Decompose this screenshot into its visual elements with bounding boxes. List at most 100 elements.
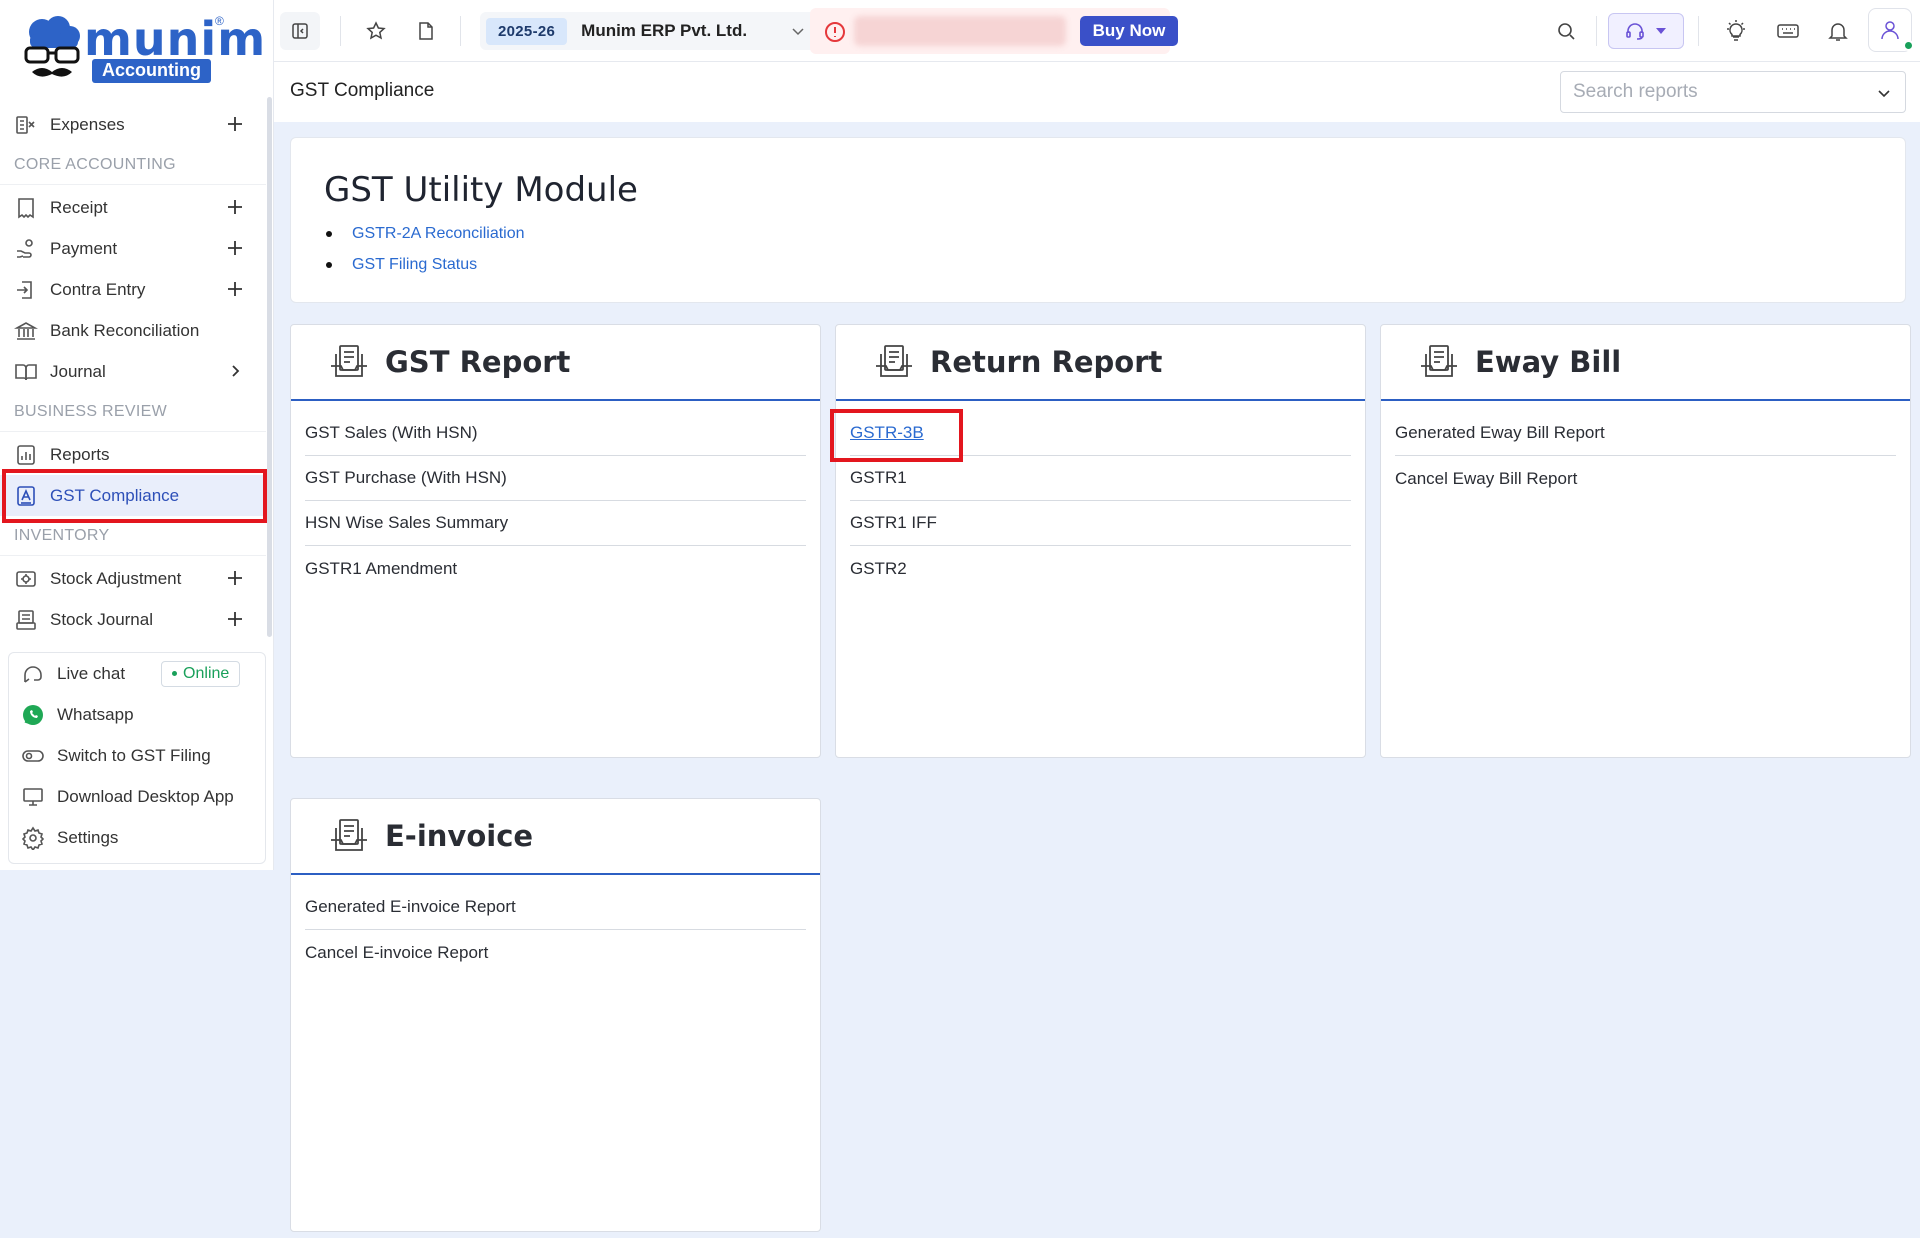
documents-button[interactable] [406,12,446,50]
help-item-label: Download Desktop App [57,786,234,806]
search-button[interactable] [1546,12,1586,50]
desktop-icon [23,787,43,806]
payment-icon [17,238,33,258]
subscription-alert: Buy Now [810,8,1178,54]
help-item-switch-gst-filing[interactable]: Switch to GST Filing [9,735,265,776]
settings-icon [21,826,45,850]
lightbulb-icon [1727,20,1745,41]
report-link[interactable]: GST Purchase (With HSN) [305,456,806,501]
toggle-icon [22,749,44,762]
company-selector[interactable]: 2025-26 Munim ERP Pvt. Ltd. [480,12,820,50]
help-item-download-desktop[interactable]: Download Desktop App [9,776,265,817]
report-link[interactable]: GST Sales (With HSN) [305,411,806,456]
report-tray-icon [331,345,367,377]
online-status-dot [1903,40,1914,51]
search-reports-select[interactable]: Search reports [1560,71,1906,113]
receipt-icon [18,197,34,218]
sidebar-item-contra-entry[interactable]: Contra Entry [0,269,266,310]
divider [460,16,461,46]
top-bar: 2025-26 Munim ERP Pvt. Ltd. Buy Now [274,0,1920,62]
report-link[interactable]: HSN Wise Sales Summary [305,501,806,546]
help-item-live-chat[interactable]: Live chat Online [9,653,265,694]
expenses-icon [16,115,35,134]
page-header: GST Compliance Search reports [274,62,1920,122]
card-e-invoice: E-invoice Generated E-invoice Report Can… [290,798,821,1232]
chevron-down-icon [1878,90,1890,98]
help-item-label: Switch to GST Filing [57,745,211,765]
sidebar-item-label: Stock Adjustment [50,568,182,588]
brand-registered: ® [215,14,224,28]
report-link[interactable]: GSTR1 IFF [850,501,1351,546]
reports-icon [17,444,35,465]
card-gst-report: GST Report GST Sales (With HSN) GST Purc… [290,324,821,758]
brand-name: munim [84,12,267,66]
whatsapp-icon [23,704,43,725]
help-item-whatsapp[interactable]: Whatsapp [9,694,265,735]
support-dropdown[interactable] [1608,13,1684,49]
utility-title: GST Utility Module [324,170,638,210]
plus-icon[interactable] [226,198,244,216]
help-card: Live chat Online Whatsapp Switch to GST … [8,652,266,864]
divider [1698,16,1699,46]
highlight-gst-compliance [2,469,267,523]
report-link[interactable]: Cancel E-invoice Report [305,930,806,975]
search-icon [1558,23,1575,40]
sidebar-item-stock-adjustment[interactable]: Stock Adjustment [0,558,266,599]
report-link[interactable]: GSTR1 [850,456,1351,501]
buy-now-button[interactable]: Buy Now [1080,16,1178,46]
help-item-label: Live chat [57,663,126,683]
section-core-accounting: CORE ACCOUNTING [0,145,266,185]
sidebar-item-payment[interactable]: Payment [0,228,266,269]
stock-adjustment-icon [16,570,36,587]
sidebar-menu: Expenses CORE ACCOUNTING Receipt Payment… [0,104,266,640]
report-link[interactable]: Generated E-invoice Report [305,885,806,930]
report-link[interactable]: GSTR1 Amendment [305,546,806,591]
card-list: Generated Eway Bill Report Cancel Eway B… [1381,411,1910,501]
favorites-button[interactable] [356,12,396,50]
document-icon [419,22,433,40]
card-list: GST Sales (With HSN) GST Purchase (With … [291,411,820,591]
sidebar-toggle-icon [292,23,308,39]
logo[interactable]: munim ® Accounting [0,0,273,95]
page-title: GST Compliance [290,80,435,101]
sidebar-item-label: Journal [50,361,106,381]
notifications-button[interactable] [1818,12,1858,50]
sidebar-item-stock-journal[interactable]: Stock Journal [0,599,266,640]
sidebar-item-journal[interactable]: Journal [0,351,266,392]
card-title: E-invoice [385,819,534,853]
divider [340,16,341,46]
stock-journal-icon [16,609,36,630]
report-tray-icon [331,819,367,851]
report-link[interactable]: Cancel Eway Bill Report [1395,456,1896,501]
plus-icon[interactable] [226,115,244,133]
sidebar-toggle-button[interactable] [280,12,320,50]
link-gstr-2a-reconciliation[interactable]: GSTR-2A Reconciliation [324,218,525,249]
ideas-button[interactable] [1716,12,1756,50]
help-item-settings[interactable]: Settings [9,817,265,858]
report-link[interactable]: GSTR2 [850,546,1351,591]
utility-links: GSTR-2A Reconciliation GST Filing Status [324,218,525,280]
plus-icon[interactable] [226,610,244,628]
sidebar-item-label: Reports [50,444,110,464]
sidebar-scrollbar[interactable] [267,97,272,637]
journal-icon [15,363,37,380]
sidebar-item-receipt[interactable]: Receipt [0,187,266,228]
highlight-gstr-3b [830,409,963,462]
bell-icon [1828,23,1848,41]
user-avatar[interactable] [1868,8,1914,52]
search-reports-placeholder: Search reports [1573,81,1698,102]
link-gst-filing-status[interactable]: GST Filing Status [324,249,525,280]
keyboard-shortcuts-button[interactable] [1768,12,1808,50]
card-header: GST Report [291,325,820,401]
sidebar-item-label: Contra Entry [50,279,146,299]
sidebar-item-bank-reconciliation[interactable]: Bank Reconciliation [0,310,266,351]
report-link[interactable]: Generated Eway Bill Report [1395,411,1896,456]
plus-icon[interactable] [226,280,244,298]
chevron-right-icon[interactable] [226,362,244,380]
online-label: Online [183,664,230,682]
sidebar-item-expenses[interactable]: Expenses [0,104,266,145]
caret-down-icon [1656,28,1666,34]
brand-badge: Accounting [92,59,211,83]
plus-icon[interactable] [226,569,244,587]
plus-icon[interactable] [226,239,244,257]
